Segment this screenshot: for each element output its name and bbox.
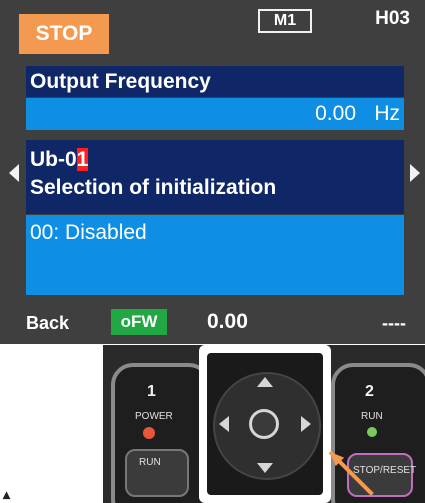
monitor-value: 0.00: [315, 102, 356, 125]
up-arrow-icon[interactable]: [257, 377, 273, 387]
right-softkey-label[interactable]: ----: [382, 313, 406, 334]
down-arrow-icon[interactable]: [257, 463, 273, 473]
monitor-unit: Hz: [374, 102, 400, 125]
monitor-value-row: 0.00 Hz: [26, 98, 404, 130]
scroll-right-arrow-icon[interactable]: [410, 164, 420, 182]
monitor-label-text: Output Frequency: [30, 70, 211, 93]
dpad-highlight: [199, 345, 331, 503]
monitor-label: Output Frequency: [26, 66, 404, 97]
lcd-screen: STOP M1 H03 Output Frequency 0.00 Hz Ub-…: [0, 0, 425, 344]
mode-badge: STOP: [19, 14, 109, 54]
key2-number: 2: [365, 383, 374, 400]
key1-label: POWER: [135, 411, 173, 422]
run-key[interactable]: RUN: [125, 449, 189, 497]
run-led-icon: [367, 427, 377, 437]
monitor-tag: M1: [258, 9, 312, 33]
power-led-icon: [143, 427, 155, 439]
dpad: [207, 353, 323, 495]
scroll-left-arrow-icon[interactable]: [9, 164, 19, 182]
parameter-code: Ub-01: [30, 148, 89, 172]
back-softkey-label[interactable]: Back: [26, 313, 69, 334]
direction-badge: oFW: [111, 309, 167, 335]
parameter-selected-option: 00: Disabled: [30, 221, 147, 244]
run-key-label: RUN: [139, 457, 161, 468]
stop-reset-label: STOP/RESET: [353, 465, 417, 476]
key1-number: 1: [147, 383, 156, 400]
parameter-cursor-digit[interactable]: 1: [76, 148, 89, 171]
left-arrow-icon[interactable]: [219, 416, 229, 432]
parameter-code-tag: H03: [375, 8, 410, 29]
parameter-option-row[interactable]: 00: Disabled: [26, 215, 404, 295]
keypad-photo: 1 POWER RUN 2 RUN STOP/RESET: [103, 345, 425, 503]
stop-reset-key[interactable]: STOP/RESET: [347, 453, 417, 497]
right-arrow-icon[interactable]: [301, 416, 311, 432]
enter-button[interactable]: [249, 409, 279, 439]
parameter-code-prefix: Ub-0: [30, 148, 77, 171]
corner-mark: ▴: [3, 486, 11, 502]
parameter-header: Ub-01 Selection of initialization: [26, 140, 404, 214]
key2-label: RUN: [361, 411, 383, 422]
frequency-reference-value: 0.00: [207, 310, 248, 333]
parameter-name: Selection of initialization: [30, 176, 277, 199]
